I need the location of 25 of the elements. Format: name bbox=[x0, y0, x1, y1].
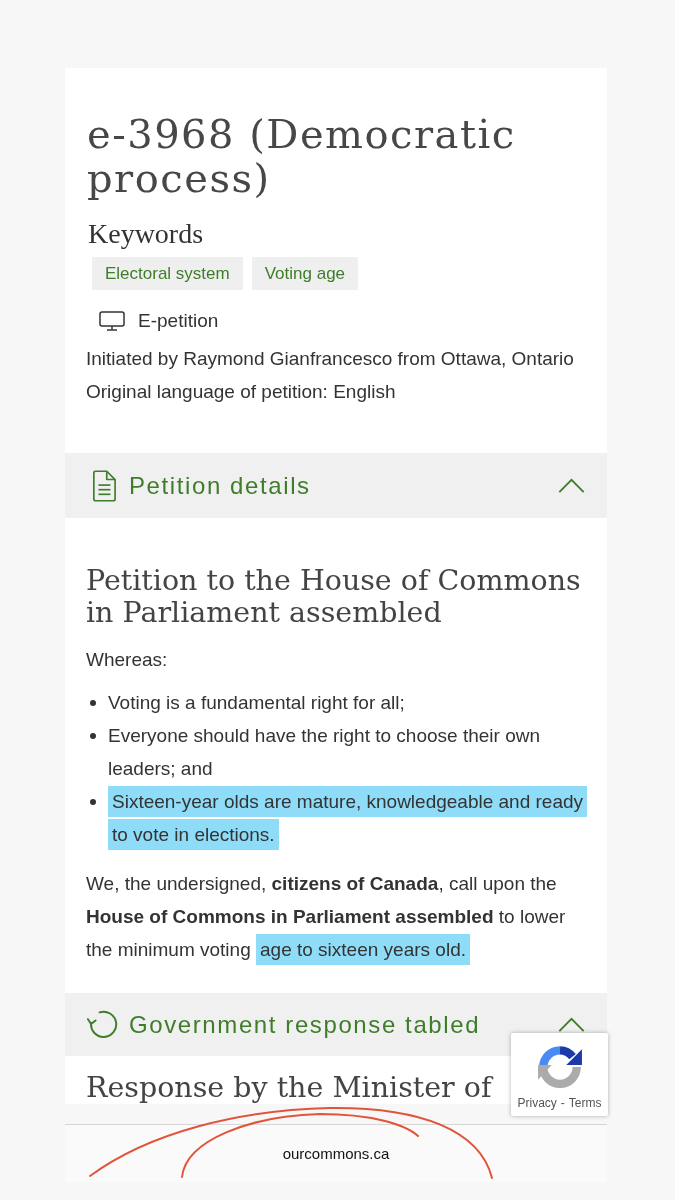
prayer-text: We, the undersigned, citizens of Canada, call upon the House of Commons in Parliament assembled to lower the minimum voting age to sixteen years old. bbox=[86, 867, 593, 966]
language-text: Original language of petition: English bbox=[86, 380, 396, 404]
bullet-icon bbox=[90, 700, 96, 706]
bullet-icon bbox=[90, 799, 96, 805]
monitor-icon bbox=[99, 311, 125, 331]
url-text: ourcommons.ca bbox=[282, 1145, 390, 1162]
section-heading: Petition to the House of Commons in Parliament assembled bbox=[86, 565, 582, 629]
link-separator: - bbox=[560, 1096, 565, 1110]
petition-title: e-3968 (Democratic process) bbox=[86, 112, 517, 200]
point-text: Everyone should have the right to choose their own leaders; and bbox=[108, 724, 541, 781]
initiator-text: Initiated by Raymond Gianfrancesco from Ottawa, Ontario bbox=[86, 347, 574, 371]
document-icon bbox=[92, 469, 116, 502]
keyword-tag[interactable]: Electoral system bbox=[92, 257, 243, 290]
keyword-tag[interactable]: Voting age bbox=[251, 257, 359, 290]
footer-link[interactable]: Privacy bbox=[517, 1096, 557, 1110]
keywords-heading: Keywords bbox=[88, 218, 204, 250]
section-header[interactable]: Petition details bbox=[65, 453, 607, 518]
section-header[interactable]: Government response tabled bbox=[65, 993, 607, 1056]
petition-type: E-petition bbox=[138, 310, 219, 332]
intro-text: Whereas: bbox=[86, 648, 168, 672]
section-heading: Response by the Minister of bbox=[86, 1072, 492, 1104]
point-text: Voting is a fundamental right for all; bbox=[108, 691, 405, 715]
bullet-icon bbox=[90, 733, 96, 739]
circular-arrow-icon bbox=[87, 1008, 120, 1041]
footer-link[interactable]: Terms bbox=[568, 1096, 602, 1110]
